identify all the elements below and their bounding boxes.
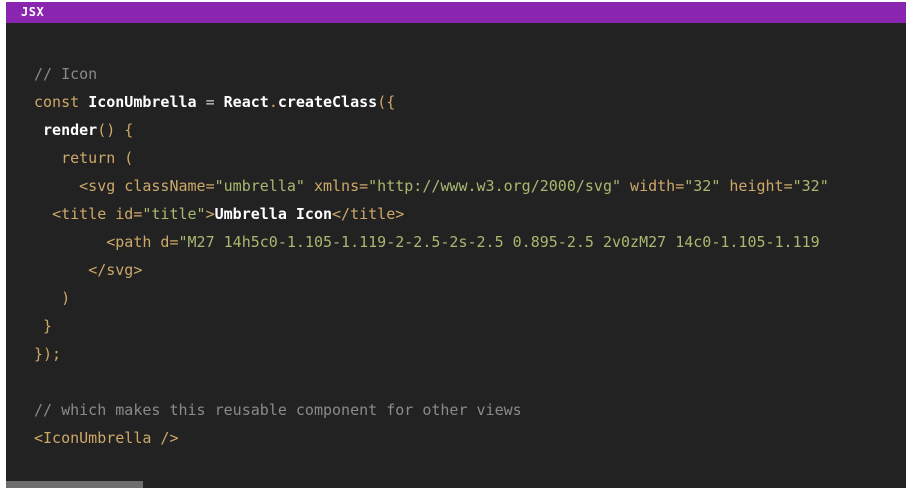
code-token-name: React xyxy=(223,93,269,111)
code-line: <svg className="umbrella" xmlns="http://… xyxy=(34,172,829,200)
code-line: render() { xyxy=(34,116,829,144)
code-token-punct: ( xyxy=(115,149,134,167)
code-token-tag: > xyxy=(205,205,215,223)
code-token-tag: height= xyxy=(720,177,793,195)
code-line: } xyxy=(34,312,829,340)
code-token-string: "M27 14h5c0-1.105-1.119-2-2.5-2s-2.5 0.8… xyxy=(178,233,820,251)
code-token-string: "http://www.w3.org/2000/svg" xyxy=(368,177,622,195)
code-token-string: "32" xyxy=(792,177,829,195)
code-line: </svg> xyxy=(34,256,829,284)
code-token-punct: () { xyxy=(97,121,134,139)
code-block: JSX // Icon const IconUmbrella = React.cr… xyxy=(6,2,906,488)
code-token-comment: // which makes this reusable component f… xyxy=(34,401,522,419)
code-line: <path d="M27 14h5c0-1.105-1.119-2-2.5-2s… xyxy=(34,228,829,256)
code-token-text: Umbrella Icon xyxy=(214,205,333,223)
code-token-string: "32" xyxy=(684,177,721,195)
code-token-punct: }); xyxy=(34,345,62,363)
code-token-keyword: return xyxy=(61,149,116,167)
code-token-punct: . xyxy=(268,93,278,111)
code-line: <title id="title">Umbrella Icon</title> xyxy=(34,200,829,228)
code-token-plain: = xyxy=(196,93,224,111)
code-token-comment: // Icon xyxy=(34,65,98,83)
code-token-tag: xmlns= xyxy=(304,177,369,195)
code-line: const IconUmbrella = React.createClass({ xyxy=(34,88,829,116)
code-token-name: IconUmbrella xyxy=(88,93,197,111)
horizontal-scrollbar[interactable] xyxy=(6,481,906,488)
code-token-string: "umbrella" xyxy=(214,177,305,195)
code-token-punct: ({ xyxy=(377,93,396,111)
code-token-tag: </title> xyxy=(332,205,405,223)
code-token-tag: <svg className= xyxy=(79,177,215,195)
code-token-tag: </svg> xyxy=(88,261,143,279)
code-line: // Icon xyxy=(34,60,829,88)
code-line: // which makes this reusable component f… xyxy=(34,396,829,424)
code-token-string: "title" xyxy=(142,205,206,223)
code-line: return ( xyxy=(34,144,829,172)
code-token-tag: <title id= xyxy=(52,205,143,223)
code-token-punct: ) xyxy=(61,289,71,307)
code-token-tag: <path d= xyxy=(106,233,179,251)
code-token-name: render xyxy=(43,121,98,139)
scrollbar-thumb[interactable] xyxy=(6,481,143,488)
code-token-tag: <IconUmbrella /> xyxy=(34,429,179,447)
code-token-punct: } xyxy=(43,317,53,335)
code-line: ) xyxy=(34,284,829,312)
code-content[interactable]: // Icon const IconUmbrella = React.create… xyxy=(34,60,829,452)
code-token-tag: width= xyxy=(621,177,685,195)
code-token-keyword: const xyxy=(34,93,89,111)
language-header: JSX xyxy=(6,2,906,23)
code-token-name: createClass xyxy=(277,93,378,111)
code-line: <IconUmbrella /> xyxy=(34,424,829,452)
language-label: JSX xyxy=(21,5,45,19)
code-line: }); xyxy=(34,340,829,368)
